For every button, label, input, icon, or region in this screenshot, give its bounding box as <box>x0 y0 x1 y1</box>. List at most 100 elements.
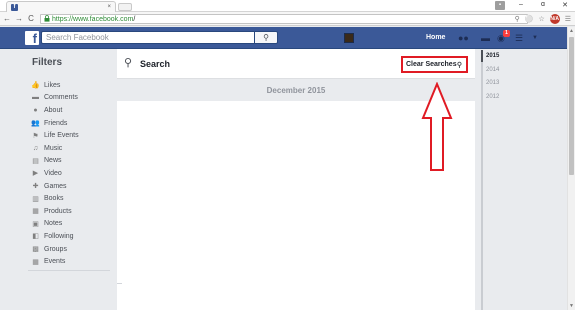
close-window-button[interactable]: ✕ <box>559 1 571 10</box>
facebook-top-bar: f Search Facebook ⚲ Home ●● ▬ ◉ 1 ☰ ▼ <box>0 27 575 49</box>
filters-sidebar: Filters 👍 Likes ▬ Comments ● About 👥 Friends ⚑ Li… <box>28 57 114 271</box>
menu-icon[interactable]: ☰ <box>565 15 571 23</box>
star-icon[interactable]: ☆ <box>538 15 544 23</box>
filter-item-friends[interactable]: 👥 Friends <box>28 117 114 130</box>
browser-tab[interactable]: f × <box>6 1 116 12</box>
profile-extension-icon[interactable]: N/A <box>549 14 560 24</box>
page-title: Search <box>140 59 171 69</box>
home-link[interactable]: Home <box>426 34 445 41</box>
friend-requests-icon[interactable]: ●● <box>458 33 469 43</box>
filter-item-comments[interactable]: ▬ Comments <box>28 92 114 105</box>
scroll-up-icon[interactable]: ▲ <box>569 28 574 34</box>
lock-icon <box>44 14 50 24</box>
friends-icon: 👥 <box>31 120 40 128</box>
filter-item-about[interactable]: ● About <box>28 104 114 117</box>
filter-item-label: Following <box>44 232 74 240</box>
filter-item-likes[interactable]: 👍 Likes <box>28 79 114 92</box>
search-icon: ⚲ <box>456 61 462 69</box>
filter-item-label: Events <box>44 258 66 266</box>
search-icon: ⚲ <box>124 57 133 69</box>
search-button[interactable]: ⚲ <box>254 31 278 44</box>
year-item-2013[interactable]: 2013 <box>481 77 509 91</box>
life-events-icon: ⚑ <box>32 132 39 140</box>
filter-item-notes[interactable]: ▣ Notes <box>28 218 114 231</box>
video-icon: ▶ <box>32 170 39 178</box>
scroll-down-icon[interactable]: ▼ <box>569 303 574 309</box>
clear-searches-label: Clear Searches <box>406 61 457 68</box>
annotation-up-arrow-icon <box>421 82 453 171</box>
maximize-button[interactable]: ɑ <box>537 1 549 10</box>
filter-item-label: Products <box>44 207 72 215</box>
privacy-shortcuts-icon[interactable]: ☰ <box>515 33 523 44</box>
filters-title: Filters <box>32 57 63 68</box>
tab-close-icon[interactable]: × <box>107 4 111 10</box>
filters-divider <box>28 269 110 271</box>
year-item-2015[interactable]: 2015 <box>481 50 509 64</box>
clear-searches-button[interactable]: Clear Searches ⚲ <box>401 56 468 73</box>
notes-icon: ▣ <box>32 220 39 228</box>
following-icon: ◧ <box>32 233 39 241</box>
reload-button[interactable]: C <box>26 14 36 23</box>
filter-list: 👍 Likes ▬ Comments ● About 👥 Friends ⚑ Life Event… <box>28 79 114 268</box>
filter-item-label: Music <box>44 144 63 152</box>
back-button[interactable]: ← <box>2 14 12 23</box>
year-list: 2015 2014 2013 2012 <box>481 50 509 104</box>
new-tab-button[interactable] <box>118 3 132 11</box>
messages-icon[interactable]: ▬ <box>481 33 490 43</box>
filter-item-label: Groups <box>44 245 67 253</box>
year-item-2014[interactable]: 2014 <box>481 64 509 78</box>
filter-item-news[interactable]: ▤ News <box>28 155 114 168</box>
about-icon: ● <box>33 106 38 114</box>
browser-extension-icons: ⚲ ⚪ ☆ N/A ☰ <box>515 14 571 24</box>
filter-item-label: Video <box>44 169 62 177</box>
books-icon: ▥ <box>32 195 39 203</box>
scroll-thumb[interactable] <box>569 37 574 175</box>
events-icon: ▦ <box>32 258 39 266</box>
search-icon: ⚲ <box>263 33 269 42</box>
filter-item-groups[interactable]: ▩ Groups <box>28 243 114 256</box>
filter-item-label: About <box>44 106 63 114</box>
music-icon: ♫ <box>32 144 39 152</box>
games-icon: ✚ <box>32 183 39 191</box>
filter-item-video[interactable]: ▶ Video <box>28 167 114 180</box>
account-menu-icon[interactable]: ▼ <box>532 35 538 41</box>
filter-item-label: Notes <box>44 220 63 228</box>
filter-item-life-events[interactable]: ⚑ Life Events <box>28 129 114 142</box>
filter-item-label: Life Events <box>44 132 79 140</box>
facebook-favicon-icon: f <box>11 3 18 11</box>
filter-item-label: Comments <box>44 94 78 102</box>
year-item-2012[interactable]: 2012 <box>481 91 509 105</box>
filter-item-label: Friends <box>44 119 68 127</box>
forward-button[interactable]: → <box>14 14 24 23</box>
filter-item-products[interactable]: ▦ Products <box>28 205 114 218</box>
extension-icon[interactable]: ⚪ <box>525 15 534 23</box>
url-text: https://www.facebook.com/ <box>52 15 136 23</box>
profile-avatar[interactable] <box>344 33 354 43</box>
filter-item-books[interactable]: ▥ Books <box>28 192 114 205</box>
likes-icon: 👍 <box>31 82 40 90</box>
browser-user-button[interactable]: ▪ <box>495 1 505 10</box>
products-icon: ▦ <box>32 208 39 216</box>
groups-icon: ▩ <box>32 246 39 254</box>
facebook-logo[interactable]: f <box>25 31 39 46</box>
facebook-search-input[interactable]: Search Facebook <box>41 31 277 44</box>
address-bar[interactable]: https://www.facebook.com/ <box>40 14 528 24</box>
browser-tab-bar: f × ▪ – ɑ ✕ <box>0 0 575 12</box>
minimize-button[interactable]: – <box>515 1 527 10</box>
news-icon: ▤ <box>32 157 39 165</box>
filter-item-events[interactable]: ▦ Events <box>28 255 114 268</box>
notification-count-badge: 1 <box>503 30 510 37</box>
window-controls: ▪ – ɑ ✕ <box>495 1 571 10</box>
filter-item-games[interactable]: ✚ Games <box>28 180 114 193</box>
divider <box>117 283 122 284</box>
filter-item-music[interactable]: ♫ Music <box>28 142 114 155</box>
zoom-icon[interactable]: ⚲ <box>515 15 520 23</box>
filter-item-label: Games <box>44 182 67 190</box>
filter-item-label: Books <box>44 195 64 203</box>
comments-icon: ▬ <box>32 94 39 102</box>
filter-item-label: Likes <box>44 81 61 89</box>
filter-item-following[interactable]: ◧ Following <box>28 230 114 243</box>
page-scrollbar[interactable]: ▲ ▼ <box>567 27 575 310</box>
filter-item-label: News <box>44 157 62 165</box>
browser-toolbar: ← → C https://www.facebook.com/ ⚲ ⚪ ☆ N/… <box>0 12 575 26</box>
